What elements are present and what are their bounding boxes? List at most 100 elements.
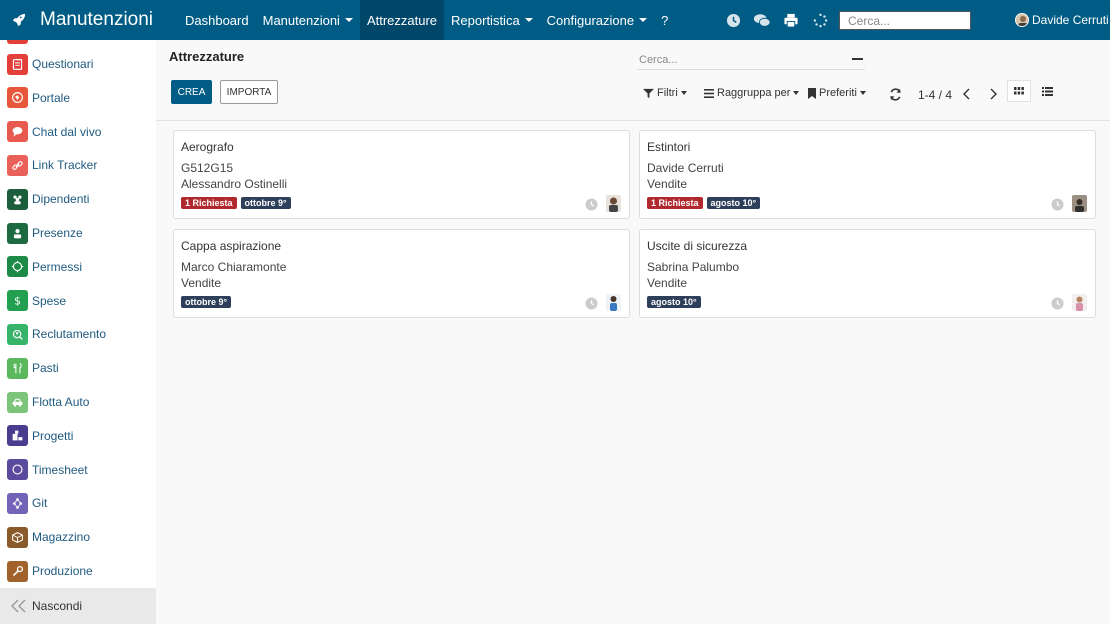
sidebar-item-label: Flotta Auto <box>32 395 90 409</box>
sidebar-item-progetti[interactable]: Progetti <box>7 425 73 447</box>
print-icon[interactable] <box>782 11 800 29</box>
sidebar-item-link-tracker[interactable]: Link Tracker <box>7 154 97 176</box>
spinner-icon[interactable] <box>811 11 829 29</box>
card-line-2: Vendite <box>647 276 688 290</box>
top-search-input[interactable] <box>839 11 971 30</box>
sidebar-item-portale[interactable]: Portale <box>7 87 70 109</box>
status-badge: ottobre 9° <box>181 296 232 308</box>
car-icon <box>7 391 28 413</box>
sidebar-item-reclutamento[interactable]: Reclutamento <box>7 323 106 345</box>
pager-value[interactable]: 1-4 / 4 <box>918 88 952 102</box>
attendance-icon <box>7 222 28 244</box>
card-line-2: Vendite <box>647 177 688 191</box>
brand[interactable]: Manutenzioni <box>0 0 170 40</box>
assignee-avatar[interactable] <box>1072 294 1087 311</box>
card-line-1: Sabrina Palumbo <box>647 260 740 274</box>
status-badge: agosto 10° <box>647 296 701 308</box>
search-clear-icon[interactable] <box>852 58 863 60</box>
sidebar-item-git[interactable]: Git <box>7 492 47 514</box>
leave-icon <box>7 256 28 278</box>
clock-icon[interactable] <box>724 11 742 29</box>
caret-down-icon <box>680 91 687 95</box>
sidebar-item-pasti[interactable]: Pasti <box>7 357 59 379</box>
assignee-avatar[interactable] <box>1072 195 1087 212</box>
recruitment-icon <box>7 323 28 345</box>
survey-icon <box>7 53 28 75</box>
projects-icon <box>7 425 28 447</box>
favorites-dropdown[interactable]: Preferiti <box>808 85 866 101</box>
sidebar-item-timesheet[interactable]: Timesheet <box>7 459 88 481</box>
activity-clock-icon[interactable] <box>585 198 598 211</box>
menu-reportistica[interactable]: Reportistica <box>444 0 540 40</box>
timesheet-icon <box>7 459 28 481</box>
menu-dashboard[interactable]: Dashboard <box>178 0 256 40</box>
card-title: Aerografo <box>181 140 234 154</box>
pager-next-button[interactable] <box>985 85 1001 103</box>
user-menu[interactable]: Davide Cerruti <box>1015 0 1109 40</box>
sidebar-item-flotta-auto[interactable]: Flotta Auto <box>7 391 89 413</box>
chat-icon <box>7 121 28 143</box>
kanban-card[interactable]: Cappa aspirazione Marco Chiaramonte Vendit… <box>173 229 630 318</box>
sidebar-item-label: Spese <box>32 293 67 308</box>
import-button[interactable]: IMPORTA <box>220 80 278 104</box>
menu-attrezzature-label: Attrezzature <box>366 12 438 28</box>
activity-clock-icon[interactable] <box>1051 297 1064 310</box>
sidebar-item-label: Chat dal vivo <box>32 124 102 139</box>
chat-icon[interactable] <box>753 11 771 29</box>
page-title: Attrezzature <box>169 49 245 64</box>
dollar-icon: $ <box>7 290 28 312</box>
sidebar-item-label: Progetti <box>32 428 74 443</box>
status-badge: agosto 10° <box>706 197 761 209</box>
sidebar-item-magazzino[interactable]: Magazzino <box>7 526 90 548</box>
rocket-icon <box>12 13 26 27</box>
card-title: Cappa aspirazione <box>181 239 282 253</box>
kanban-view-button[interactable] <box>1007 80 1031 102</box>
partial-app-icon <box>7 40 28 44</box>
menu-manutenzioni[interactable]: Manutenzioni <box>256 0 360 40</box>
kanban-card[interactable]: Aerografo G512G15 Alessandro Ostinelli 1 Ri… <box>173 130 630 219</box>
menu-attrezzature[interactable]: Attrezzature <box>359 0 445 40</box>
sidebar-item-label: Produzione <box>32 564 93 578</box>
employees-icon <box>7 188 28 210</box>
app-sidebar: Questionari Portale Chat dal vivo Link Trac… <box>0 40 156 624</box>
filters-dropdown[interactable]: Filtri <box>643 85 687 101</box>
sidebar-item-presenze[interactable]: Presenze <box>7 222 83 244</box>
pager-previous-button[interactable] <box>959 85 975 103</box>
sidebar-item-permessi[interactable]: Permessi <box>7 256 82 278</box>
kanban-grid-icon <box>1014 87 1024 95</box>
assignee-avatar[interactable] <box>606 294 621 311</box>
search-input[interactable] <box>637 51 865 70</box>
card-tags: agosto 10° <box>647 296 705 308</box>
portal-icon <box>7 87 28 109</box>
status-badge: ottobre 9° <box>240 197 291 209</box>
assignee-avatar[interactable] <box>606 195 621 212</box>
card-tags: 1 Richiesta ottobre 9° <box>181 197 295 209</box>
sidebar-item-dipendenti[interactable]: Dipendenti <box>7 188 89 210</box>
sidebar-item-questionari[interactable]: Questionari <box>7 53 93 75</box>
sidebar-item-produzione[interactable]: Produzione <box>7 560 93 582</box>
caret-down-icon <box>524 18 533 22</box>
filter-icon <box>643 88 654 98</box>
kanban-card[interactable]: Estintori Davide Cerruti Vendite 1 Richiest… <box>639 130 1096 219</box>
refresh-button[interactable] <box>887 85 903 103</box>
activity-clock-icon[interactable] <box>585 297 598 310</box>
list-icon <box>1041 86 1053 96</box>
sidebar-item-label: Reclutamento <box>32 327 107 342</box>
menu-configurazione[interactable]: Configurazione <box>540 0 654 40</box>
list-view-button[interactable] <box>1035 80 1059 102</box>
sidebar-item-chat-dal-vivo[interactable]: Chat dal vivo <box>7 121 101 143</box>
create-button[interactable]: CREA <box>171 80 212 104</box>
status-badge: 1 Richiesta <box>181 197 237 209</box>
sidebar-item-spese[interactable]: $ Spese <box>7 290 66 312</box>
filters-label: Filtri <box>657 87 678 99</box>
sidebar-collapse-button[interactable]: Nascondi <box>0 588 156 624</box>
card-tags: 1 Richiesta agosto 10° <box>647 197 764 209</box>
groupby-dropdown[interactable]: Raggruppa per <box>704 85 800 101</box>
sidebar-item-label: Portale <box>32 90 71 105</box>
sidebar-item-label: Dipendenti <box>32 192 90 207</box>
kanban-card[interactable]: Uscite di sicurezza Sabrina Palumbo Vendit… <box>639 229 1096 318</box>
control-panel-divider <box>156 120 1110 121</box>
menu-help[interactable]: ? <box>654 0 675 40</box>
activity-clock-icon[interactable] <box>1051 198 1064 211</box>
menu-reportistica-label: Reportistica <box>451 12 520 28</box>
